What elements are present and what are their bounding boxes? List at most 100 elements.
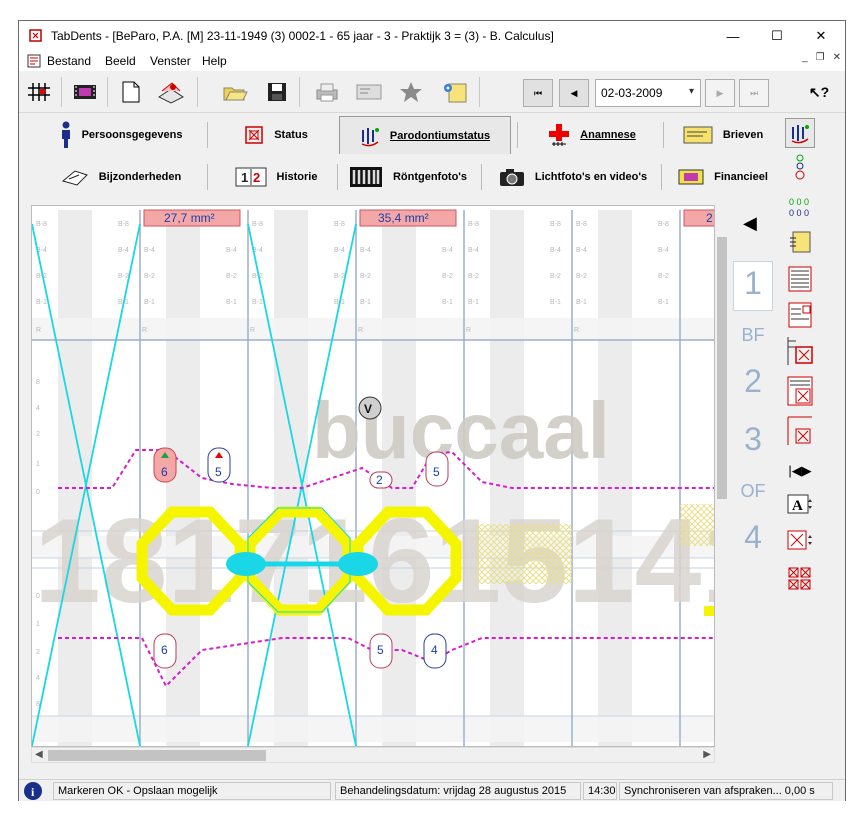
collapse-arrow-icon[interactable]: ◀ — [743, 213, 757, 234]
tooth-detail-button[interactable] — [785, 336, 815, 366]
tab-brieven[interactable]: Brieven — [671, 116, 775, 154]
tooth-grid-icon — [788, 567, 811, 590]
pocket-value[interactable]: 5 — [377, 643, 384, 657]
tooth-frame-button[interactable] — [785, 416, 815, 446]
tooth-size-button[interactable] — [785, 528, 815, 558]
svg-text:R: R — [358, 327, 363, 334]
svg-text:B-1: B-1 — [442, 299, 453, 306]
scroll-left-icon[interactable]: ◀ — [35, 749, 43, 760]
tab-historie[interactable]: 12 Historie — [221, 158, 331, 196]
date-select[interactable]: 02-03-2009 ▾ — [595, 79, 701, 107]
parodontium-icon — [791, 125, 809, 144]
menu-beeld[interactable]: Beeld — [105, 54, 136, 68]
svg-text:B-1: B-1 — [226, 299, 237, 306]
note-button[interactable] — [439, 76, 471, 108]
list-button[interactable] — [785, 264, 815, 294]
text-size-button[interactable]: A — [785, 492, 815, 522]
right-toolbar: 0 0 00 0 0 |◀▶ A — [779, 114, 843, 714]
tooth-grid-button[interactable] — [785, 564, 815, 594]
mdi-close-button[interactable]: ✕ — [833, 52, 841, 63]
document-menu-icon[interactable] — [27, 54, 41, 68]
level-2[interactable]: 2 — [731, 363, 775, 400]
stack-button[interactable] — [155, 76, 187, 108]
info-icon: i — [24, 782, 42, 800]
svg-text:B-1: B-1 — [252, 299, 263, 306]
number-grid-icon: 0 0 00 0 0 — [789, 197, 809, 218]
next-icon: ▶ — [716, 87, 724, 98]
maximize-button[interactable]: ☐ — [755, 21, 799, 51]
save-icon — [268, 83, 286, 101]
level-3[interactable]: 3 — [731, 421, 775, 458]
film-button[interactable] — [69, 76, 101, 108]
next-button[interactable]: ▶ — [705, 79, 735, 107]
history-icon: 12 — [235, 167, 267, 187]
pocket-value[interactable]: 5 — [215, 465, 222, 479]
svg-text:B-8: B-8 — [468, 221, 479, 228]
first-button[interactable]: ⏮ — [523, 79, 553, 107]
pocket-value[interactable]: 5 — [433, 465, 440, 479]
open-folder-button[interactable] — [219, 76, 251, 108]
tooth-size-icon — [787, 530, 812, 550]
chevron-down-icon: ▾ — [688, 86, 694, 97]
mdi-restore-button[interactable]: ❐ — [816, 52, 825, 63]
last-button[interactable]: ⏭ — [739, 79, 769, 107]
notes-button[interactable] — [785, 228, 815, 258]
svg-text:B-4: B-4 — [360, 247, 371, 254]
expand-right-button[interactable]: |◀▶ — [785, 456, 815, 486]
tab-lichtfotos[interactable]: Lichtfoto's en video's — [493, 158, 653, 196]
print-button[interactable] — [311, 76, 343, 108]
menu-help[interactable]: Help — [202, 54, 227, 68]
mdi-minimize-button[interactable]: _ — [802, 52, 808, 63]
svg-text:4: 4 — [36, 675, 40, 682]
parodontium-view-button[interactable] — [785, 118, 815, 148]
camera-icon — [499, 169, 524, 186]
previous-button[interactable]: ◀ — [559, 79, 589, 107]
tab-financieel[interactable]: Financieel — [671, 158, 775, 196]
tab-anamnese[interactable]: Anamnese — [527, 116, 657, 154]
card-button[interactable] — [353, 76, 385, 108]
menu-bar: Bestand Beeld Venster Help — [19, 51, 845, 71]
vertical-scrollbar[interactable] — [715, 227, 729, 747]
pocket-value[interactable]: 2 — [376, 473, 383, 487]
pocket-value[interactable]: 6 — [161, 643, 168, 657]
list-tooth-button[interactable] — [785, 300, 815, 330]
svg-text:R: R — [36, 327, 41, 334]
status-sync: Synchroniseren van afspraken... 0,00 s — [619, 782, 833, 800]
svg-text:B-8: B-8 — [550, 221, 561, 228]
help-cursor-button[interactable]: ↖? — [803, 76, 835, 108]
grid-chart-button[interactable] — [23, 76, 55, 108]
close-button[interactable]: ✕ — [799, 21, 843, 51]
level-4[interactable]: 4 — [731, 519, 775, 556]
dots-view-button[interactable] — [785, 152, 815, 182]
menu-bestand[interactable]: Bestand — [47, 54, 91, 68]
area-label: 27,7 mm² — [164, 211, 215, 225]
new-document-button[interactable] — [115, 76, 147, 108]
parodontium-icon — [361, 127, 379, 146]
favorite-button[interactable] — [395, 76, 427, 108]
previous-icon: ◀ — [570, 87, 578, 98]
scroll-right-icon[interactable]: ▶ — [703, 749, 711, 760]
svg-text:B-1: B-1 — [576, 299, 587, 306]
last-icon: ⏭ — [749, 87, 759, 98]
tab-bijzonderheden[interactable]: Bijzonderheden — [41, 158, 201, 196]
level-of[interactable]: OF — [731, 481, 775, 502]
horizontal-scrollbar[interactable]: ◀ ▶ — [31, 747, 715, 763]
minimize-button[interactable]: — — [711, 21, 755, 51]
scroll-note-icon — [444, 83, 467, 103]
pocket-value[interactable]: 6 — [161, 465, 168, 479]
vitality-icon: V — [358, 396, 382, 420]
horizontal-scroll-thumb[interactable] — [48, 750, 266, 761]
save-button[interactable] — [261, 76, 293, 108]
level-1[interactable]: 1 — [731, 265, 775, 302]
level-bf[interactable]: BF — [731, 325, 775, 346]
parodontium-chart[interactable]: B-8B-8B-8B-8B-8B-8B-8B-8B-8B-8B-8B-8 B-4… — [31, 205, 715, 747]
numbers-view-button[interactable]: 0 0 00 0 0 — [785, 192, 815, 222]
vertical-scroll-thumb[interactable] — [717, 237, 727, 499]
tab-persoonsgegevens[interactable]: Persoonsgegevens — [41, 116, 201, 154]
menu-venster[interactable]: Venster — [150, 54, 191, 68]
pocket-value[interactable]: 4 — [431, 643, 438, 657]
tab-status[interactable]: Status — [221, 116, 331, 154]
tooth-list-button[interactable] — [785, 376, 815, 406]
tab-parodontiumstatus[interactable]: Parodontiumstatus — [339, 116, 511, 154]
tab-rontgenfotos[interactable]: Röntgenfoto's — [343, 158, 473, 196]
